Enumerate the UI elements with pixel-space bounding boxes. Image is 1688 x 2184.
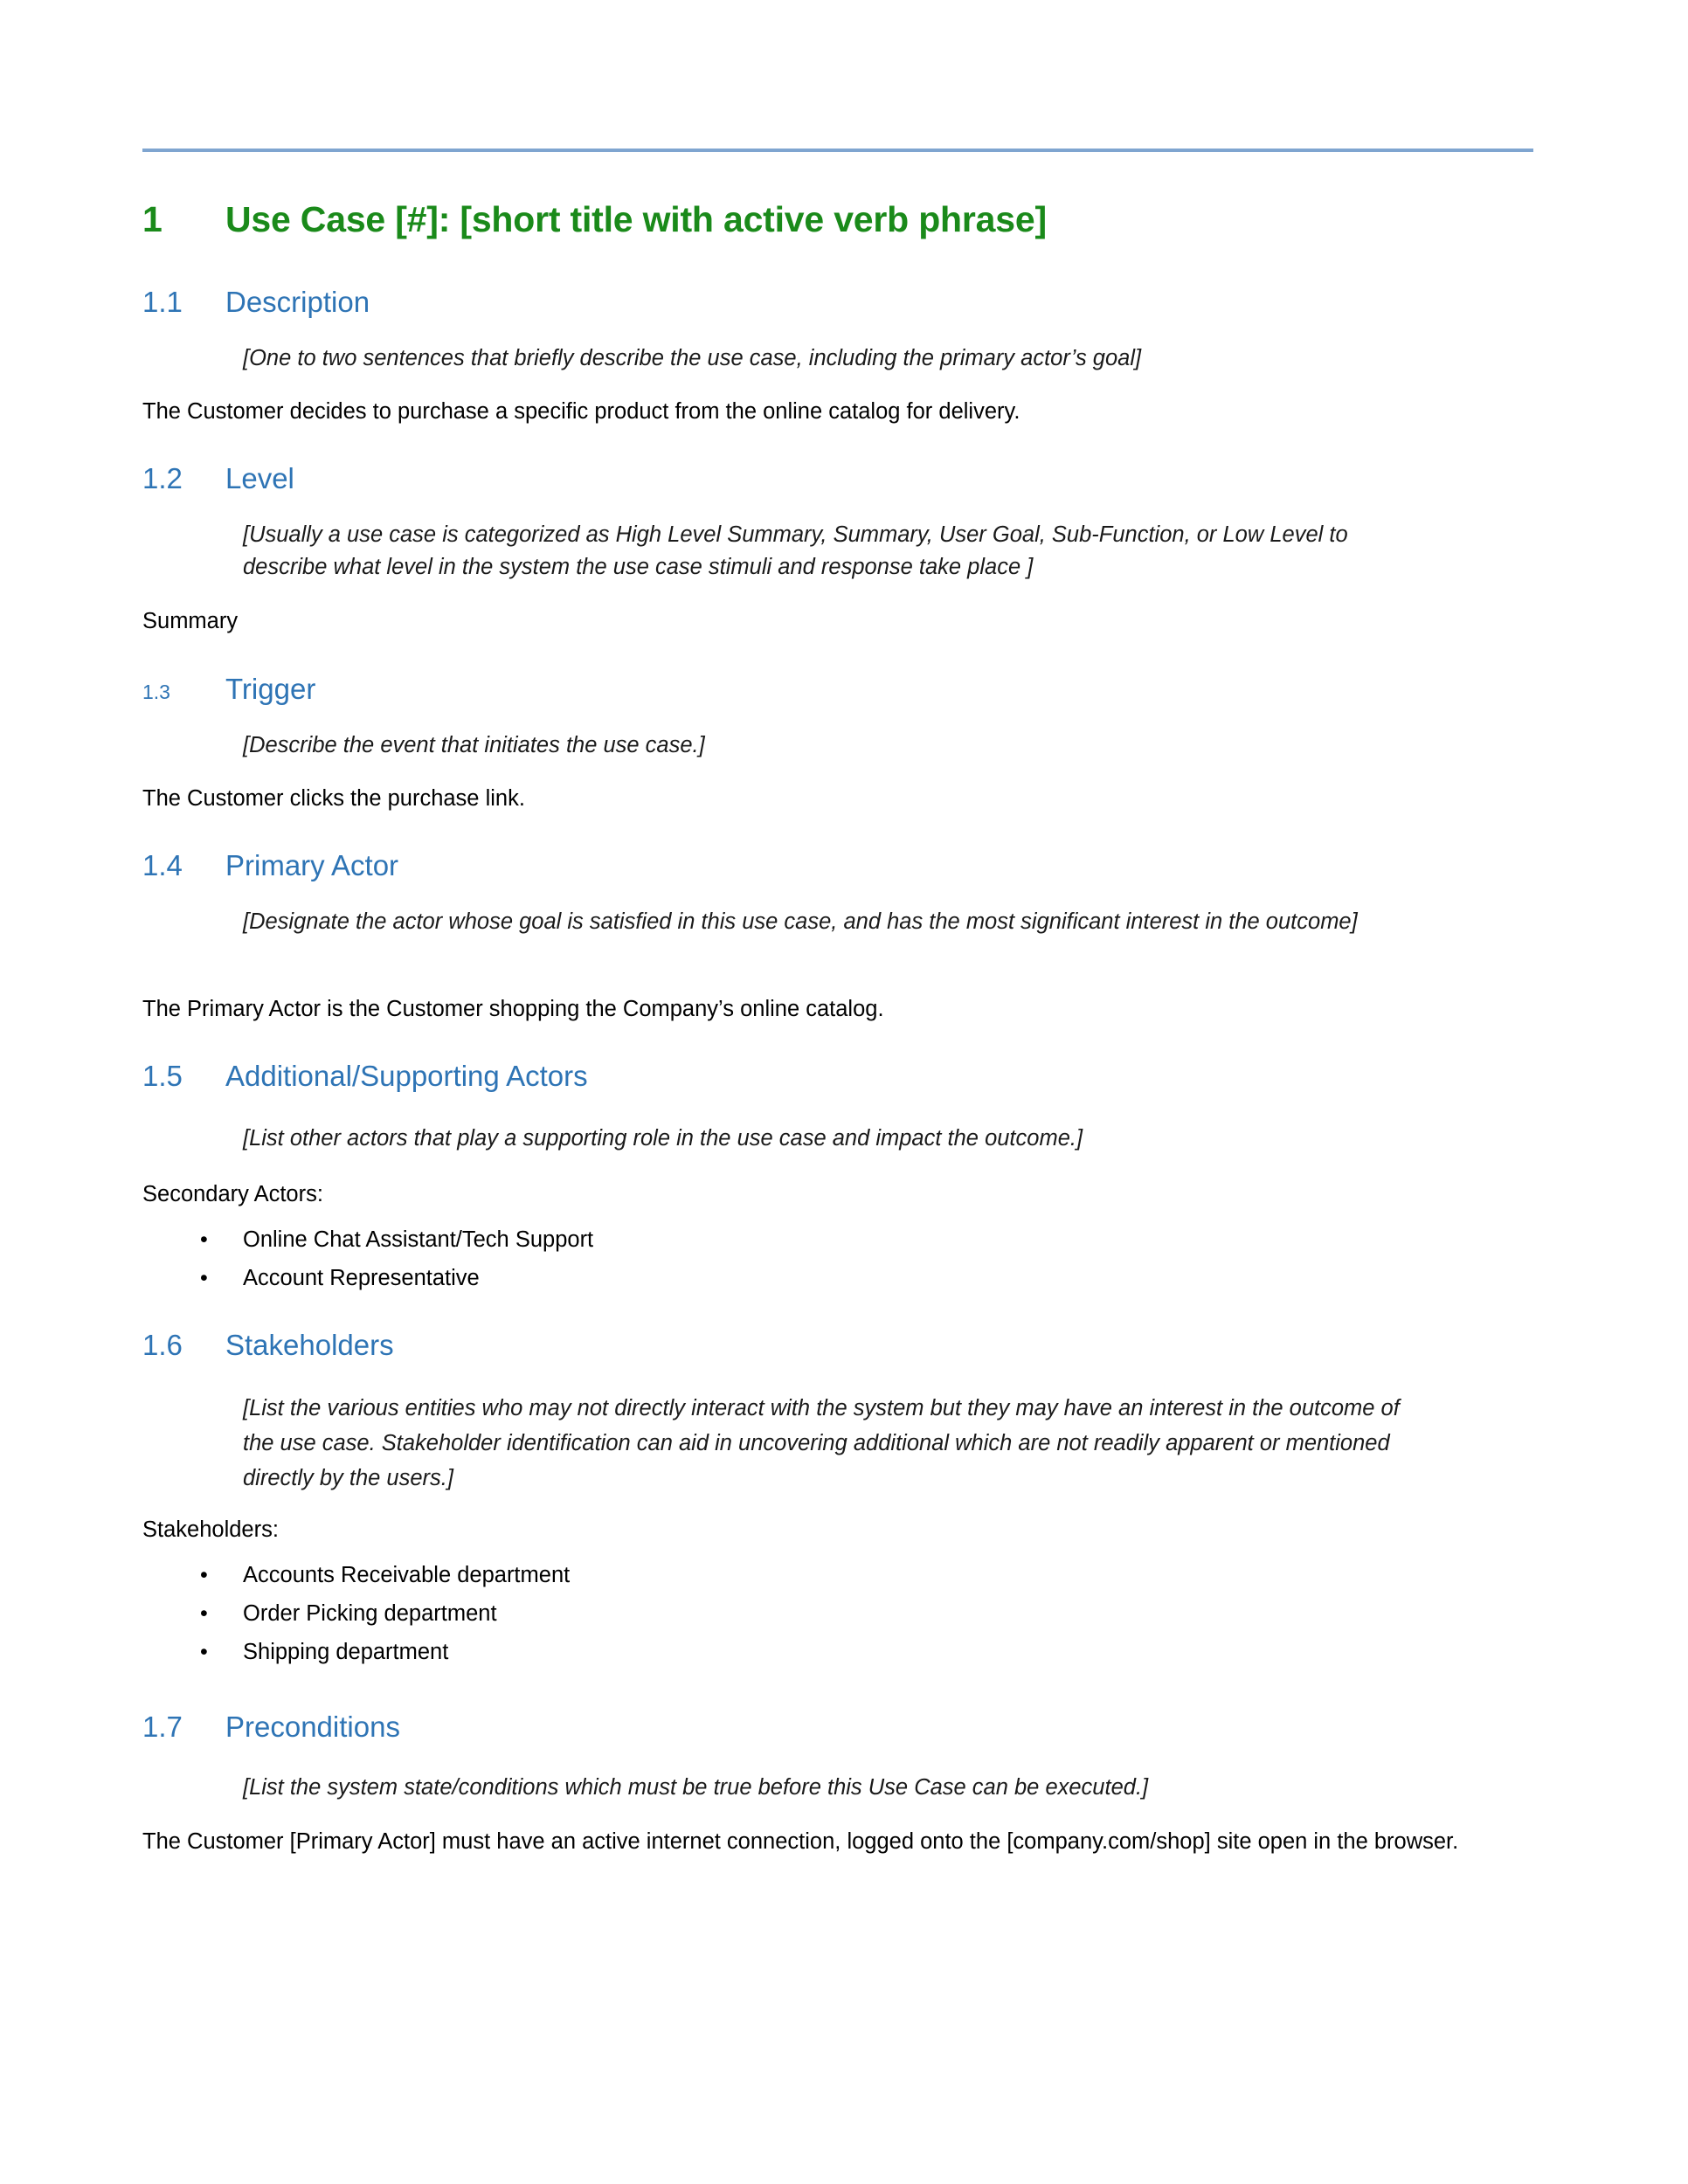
list-additional-actors: • Online Chat Assistant/Tech Support • A…	[142, 1220, 1533, 1297]
page-title-number: 1	[142, 199, 163, 239]
heading-stakeholders-label: Stakeholders	[225, 1329, 394, 1361]
heading-stakeholders-number: 1.6	[142, 1329, 183, 1361]
heading-stakeholders: 1.6 Stakeholders	[142, 1329, 1533, 1362]
guidance-additional-actors: [List other actors that play a supportin…	[243, 1126, 1083, 1151]
heading-additional-actors-label: Additional/Supporting Actors	[225, 1060, 588, 1092]
heading-preconditions-label: Preconditions	[225, 1711, 400, 1743]
guidance-stakeholders: [List the various entities who may not d…	[243, 1396, 1400, 1490]
heading-preconditions-number: 1.7	[142, 1711, 183, 1743]
bullet-icon: •	[200, 1227, 208, 1252]
list-item-label: Accounts Receivable department	[243, 1563, 571, 1587]
heading-primary-actor-number: 1.4	[142, 849, 183, 881]
heading-level-label: Level	[225, 462, 294, 494]
heading-additional-actors: 1.5 Additional/Supporting Actors	[142, 1060, 1533, 1093]
body-primary-actor: The Primary Actor is the Customer shoppi…	[142, 997, 884, 1021]
list-item-label: Account Representative	[243, 1266, 480, 1290]
guidance-primary-actor: [Designate the actor whose goal is satis…	[243, 909, 1358, 934]
heading-level-number: 1.2	[142, 462, 183, 494]
guidance-trigger: [Describe the event that initiates the u…	[243, 733, 705, 757]
body-preconditions: The Customer [Primary Actor] must have a…	[142, 1829, 1459, 1854]
list-item: • Account Representative	[142, 1259, 1533, 1297]
heading-description-number: 1.1	[142, 286, 183, 318]
list-stakeholders: • Accounts Receivable department • Order…	[142, 1556, 1533, 1671]
heading-trigger-number: 1.3	[142, 681, 170, 703]
list-item: • Online Chat Assistant/Tech Support	[142, 1220, 1533, 1259]
list-item: • Order Picking department	[142, 1594, 1533, 1633]
heading-level: 1.2 Level	[142, 462, 1533, 495]
body-stakeholders: Stakeholders:	[142, 1517, 279, 1542]
heading-description-label: Description	[225, 286, 370, 318]
body-description: The Customer decides to purchase a speci…	[142, 399, 1020, 424]
document-page: 1 Use Case [#]: [short title with active …	[0, 0, 1688, 2184]
body-trigger: The Customer clicks the purchase link.	[142, 786, 525, 811]
body-level: Summary	[142, 609, 239, 633]
guidance-level: [Usually a use case is categorized as Hi…	[243, 522, 1348, 579]
page-title: 1 Use Case [#]: [short title with active …	[142, 199, 1533, 240]
bullet-icon: •	[200, 1601, 208, 1626]
guidance-description: [One to two sentences that briefly descr…	[243, 346, 1142, 370]
list-item-label: Online Chat Assistant/Tech Support	[243, 1227, 594, 1252]
list-item: • Shipping department	[142, 1633, 1533, 1671]
heading-description: 1.1 Description	[142, 286, 1533, 319]
heading-additional-actors-number: 1.5	[142, 1060, 183, 1092]
list-item-label: Order Picking department	[243, 1601, 497, 1626]
page-title-label: Use Case [#]: [short title with active v…	[225, 199, 1047, 239]
bullet-icon: •	[200, 1266, 208, 1290]
guidance-preconditions: [List the system state/conditions which …	[243, 1775, 1149, 1800]
heading-trigger-label: Trigger	[225, 673, 316, 705]
body-additional-actors: Secondary Actors:	[142, 1182, 323, 1206]
heading-primary-actor-label: Primary Actor	[225, 849, 399, 881]
heading-trigger: 1.3 Trigger	[142, 673, 1533, 706]
header-horizontal-rule	[142, 149, 1533, 152]
heading-preconditions: 1.7 Preconditions	[142, 1711, 1533, 1744]
list-item: • Accounts Receivable department	[142, 1556, 1533, 1594]
list-item-label: Shipping department	[243, 1640, 449, 1664]
bullet-icon: •	[200, 1563, 208, 1587]
heading-primary-actor: 1.4 Primary Actor	[142, 849, 1533, 882]
bullet-icon: •	[200, 1640, 208, 1664]
